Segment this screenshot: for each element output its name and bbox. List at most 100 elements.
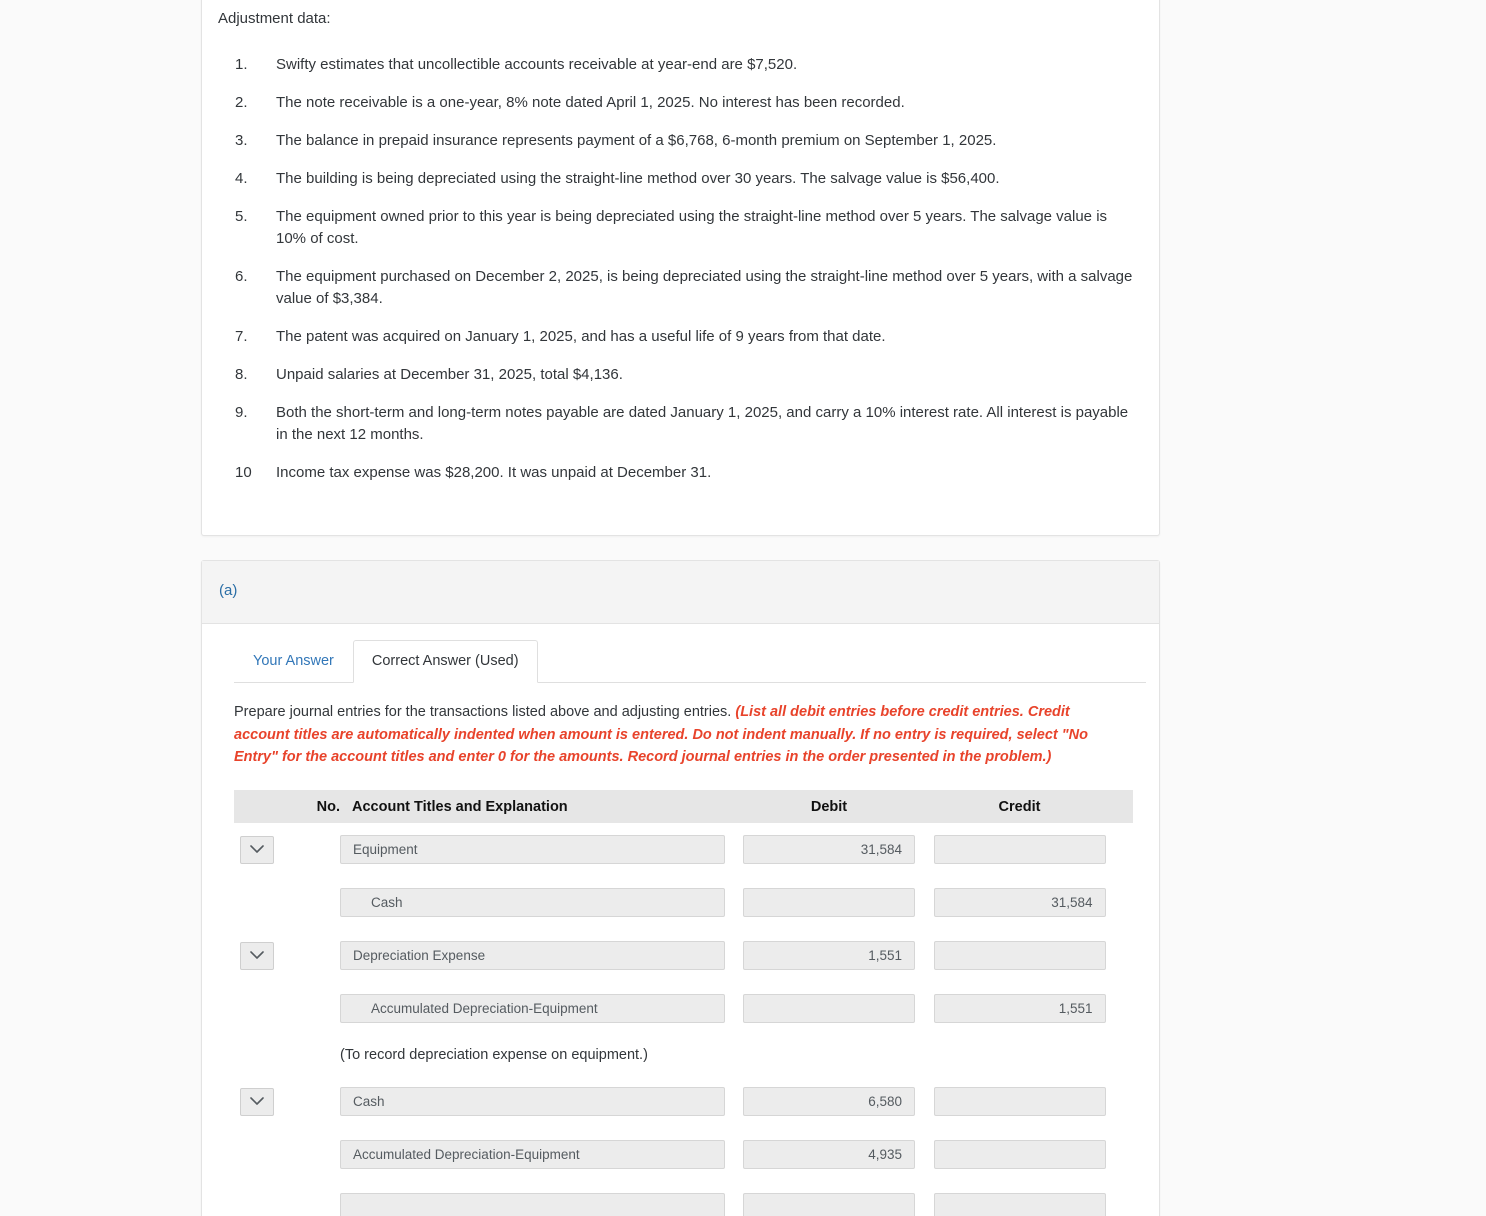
adjustment-item-text: Unpaid salaries at December 31, 2025, to…: [276, 366, 623, 383]
journal-row-debit-cell: 31,584: [734, 835, 924, 864]
header-account-titles: Account Titles and Explanation: [352, 798, 568, 815]
tab-correct-answer[interactable]: Correct Answer (Used): [352, 640, 538, 683]
journal-row-debit-cell: 1,551: [734, 941, 924, 970]
journal-row-account-cell: Equipment: [340, 835, 734, 864]
adjustment-item-text: The building is being depreciated using …: [276, 170, 1000, 187]
adjustment-item: 6. The equipment purchased on December 2,…: [218, 266, 1139, 310]
adjustment-item-text: Both the short-term and long-term notes …: [276, 404, 1129, 443]
chevron-down-icon: [250, 951, 264, 960]
tab-your-answer[interactable]: Your Answer: [234, 640, 353, 683]
account-title-field[interactable]: Depreciation Expense: [340, 941, 725, 970]
debit-amount-field[interactable]: [743, 888, 915, 917]
adjustment-item: 7. The patent was acquired on January 1, …: [218, 326, 1139, 348]
answer-tabs: Your Answer Correct Answer (Used): [234, 640, 1146, 683]
journal-row-control-cell: [234, 835, 288, 864]
header-credit: Credit: [998, 798, 1041, 815]
adjustment-item-number: 6.: [235, 268, 248, 285]
entry-number-select[interactable]: [240, 835, 274, 864]
debit-amount-field[interactable]: 4,935: [743, 1140, 915, 1169]
journal-row-debit-cell: 6,580: [734, 1087, 924, 1116]
journal-row-debit-cell: [734, 1193, 924, 1216]
debit-amount-field[interactable]: 6,580: [743, 1087, 915, 1116]
entry-number-select[interactable]: [240, 941, 274, 970]
journal-row-credit-cell: 1,551: [924, 994, 1115, 1023]
adjustment-item-text: The patent was acquired on January 1, 20…: [276, 328, 886, 345]
journal-row-account-cell: Cash: [340, 1087, 734, 1116]
part-a-card: (a) Your Answer Correct Answer (Used) Pre…: [201, 560, 1160, 1216]
journal-row-credit-cell: [924, 941, 1115, 970]
journal-table-body: Equipment 31,584 Cash 31,584 Depreciation Ex…: [234, 823, 1133, 1216]
adjustment-item-text: Income tax expense was $28,200. It was u…: [276, 464, 712, 481]
account-title-field[interactable]: Cash: [340, 888, 725, 917]
journal-row-account-cell: Accumulated Depreciation-Equipment: [340, 994, 734, 1023]
adjustment-data-list: 1. Swifty estimates that uncollectible ac…: [218, 54, 1139, 500]
adjustment-item-number: 5.: [235, 208, 248, 225]
journal-table-header: No. Account Titles and Explanation Debit…: [234, 790, 1133, 823]
journal-row-credit-cell: 31,584: [924, 888, 1115, 917]
debit-amount-field[interactable]: 1,551: [743, 941, 915, 970]
page-root: Adjustment data: 1. Swifty estimates that…: [0, 0, 1486, 1216]
adjustment-item-text: The balance in prepaid insurance represe…: [276, 132, 997, 149]
account-title-field[interactable]: Accumulated Depreciation-Equipment: [340, 994, 725, 1023]
journal-entry-row: Equipment 31,584: [234, 823, 1133, 876]
journal-entry-row: Depreciation Expense 1,551: [234, 929, 1133, 982]
adjustment-item-text: The note receivable is a one-year, 8% no…: [276, 94, 905, 111]
journal-entry-row: Accumulated Depreciation-Equipment 4,935: [234, 1128, 1133, 1181]
adjustment-item-text: The equipment owned prior to this year i…: [276, 208, 1108, 247]
credit-amount-field[interactable]: [933, 941, 1106, 970]
journal-entry-row: Cash 6,580: [234, 1075, 1133, 1128]
credit-amount-field[interactable]: [933, 1087, 1106, 1116]
adjustment-item: 5. The equipment owned prior to this year…: [218, 206, 1139, 250]
chevron-down-icon: [250, 1097, 264, 1106]
account-title-field[interactable]: Cash: [340, 1087, 725, 1116]
journal-row-control-cell: [234, 1087, 288, 1116]
adjustment-item-number: 7.: [235, 328, 248, 345]
account-title-field[interactable]: [340, 1193, 725, 1216]
journal-row-credit-cell: [924, 835, 1115, 864]
adjustment-item: 3. The balance in prepaid insurance repre…: [218, 130, 1139, 152]
journal-row-credit-cell: [924, 1087, 1115, 1116]
journal-narration-text: (To record depreciation expense on equip…: [340, 1047, 648, 1063]
credit-amount-field[interactable]: 1,551: [933, 994, 1106, 1023]
adjustment-item: 9. Both the short-term and long-term note…: [218, 402, 1139, 446]
journal-entry-row: Cash 31,584: [234, 876, 1133, 929]
journal-narration-row: (To record depreciation expense on equip…: [234, 1035, 1133, 1075]
adjustment-item-number: 10: [235, 464, 252, 481]
instruction-plain: Prepare journal entries for the transact…: [234, 704, 736, 720]
credit-amount-field[interactable]: [933, 1140, 1106, 1169]
adjustment-item-text: Swifty estimates that uncollectible acco…: [276, 56, 798, 73]
adjustment-item: 1. Swifty estimates that uncollectible ac…: [218, 54, 1139, 76]
adjustment-item-number: 4.: [235, 170, 248, 187]
adjustment-item-number: 8.: [235, 366, 248, 383]
adjustment-item: 4. The building is being depreciated usin…: [218, 168, 1139, 190]
journal-row-control-cell: [234, 941, 288, 970]
adjustment-item-number: 9.: [235, 404, 248, 421]
adjustment-item: 2. The note receivable is a one-year, 8% …: [218, 92, 1139, 114]
journal-row-account-cell: Depreciation Expense: [340, 941, 734, 970]
debit-amount-field[interactable]: [743, 994, 915, 1023]
journal-entry-row: Accumulated Depreciation-Equipment 1,551: [234, 982, 1133, 1035]
journal-row-account-cell: [340, 1193, 734, 1216]
credit-amount-field[interactable]: 31,584: [933, 888, 1106, 917]
journal-row-credit-cell: [924, 1140, 1115, 1169]
chevron-down-icon: [250, 845, 264, 854]
debit-amount-field[interactable]: [743, 1193, 915, 1216]
account-title-field[interactable]: Accumulated Depreciation-Equipment: [340, 1140, 725, 1169]
entry-number-select[interactable]: [240, 1087, 274, 1116]
account-title-field[interactable]: Equipment: [340, 835, 725, 864]
adjustment-item-number: 2.: [235, 94, 248, 111]
header-no: No.: [316, 798, 340, 815]
journal-entry-row: [234, 1181, 1133, 1216]
adjustment-item-number: 3.: [235, 132, 248, 149]
adjustment-data-title: Adjustment data:: [218, 10, 331, 27]
debit-amount-field[interactable]: 31,584: [743, 835, 915, 864]
journal-row-debit-cell: 4,935: [734, 1140, 924, 1169]
credit-amount-field[interactable]: [933, 1193, 1106, 1216]
adjustment-item: 8. Unpaid salaries at December 31, 2025, …: [218, 364, 1139, 386]
part-a-header: (a): [202, 561, 1159, 624]
journal-entry-table: No. Account Titles and Explanation Debit…: [234, 790, 1133, 1216]
adjustment-item-number: 1.: [235, 56, 248, 73]
adjustment-item: 10 Income tax expense was $28,200. It was…: [218, 462, 1139, 484]
credit-amount-field[interactable]: [933, 835, 1106, 864]
journal-row-debit-cell: [734, 888, 924, 917]
